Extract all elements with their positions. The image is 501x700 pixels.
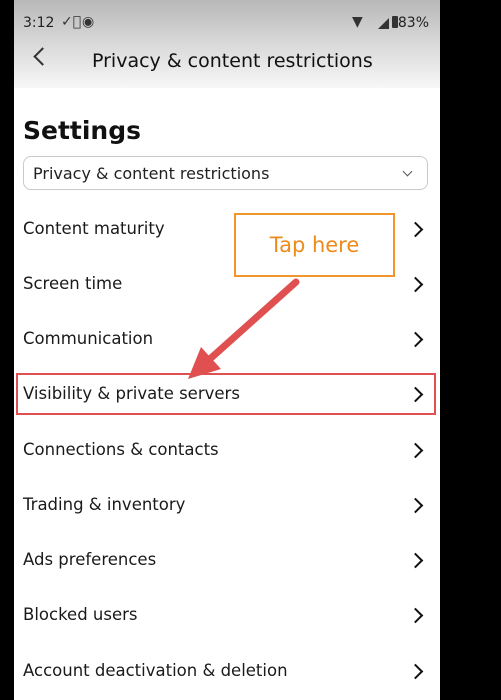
callout-box: Tap here [234, 213, 395, 277]
callout-text: Tap here [269, 233, 360, 257]
annotation-arrow [188, 278, 300, 379]
phone-screen: 3:12 ✓⃝ ◉ ▼ 83% Privacy & content restri… [14, 0, 440, 700]
